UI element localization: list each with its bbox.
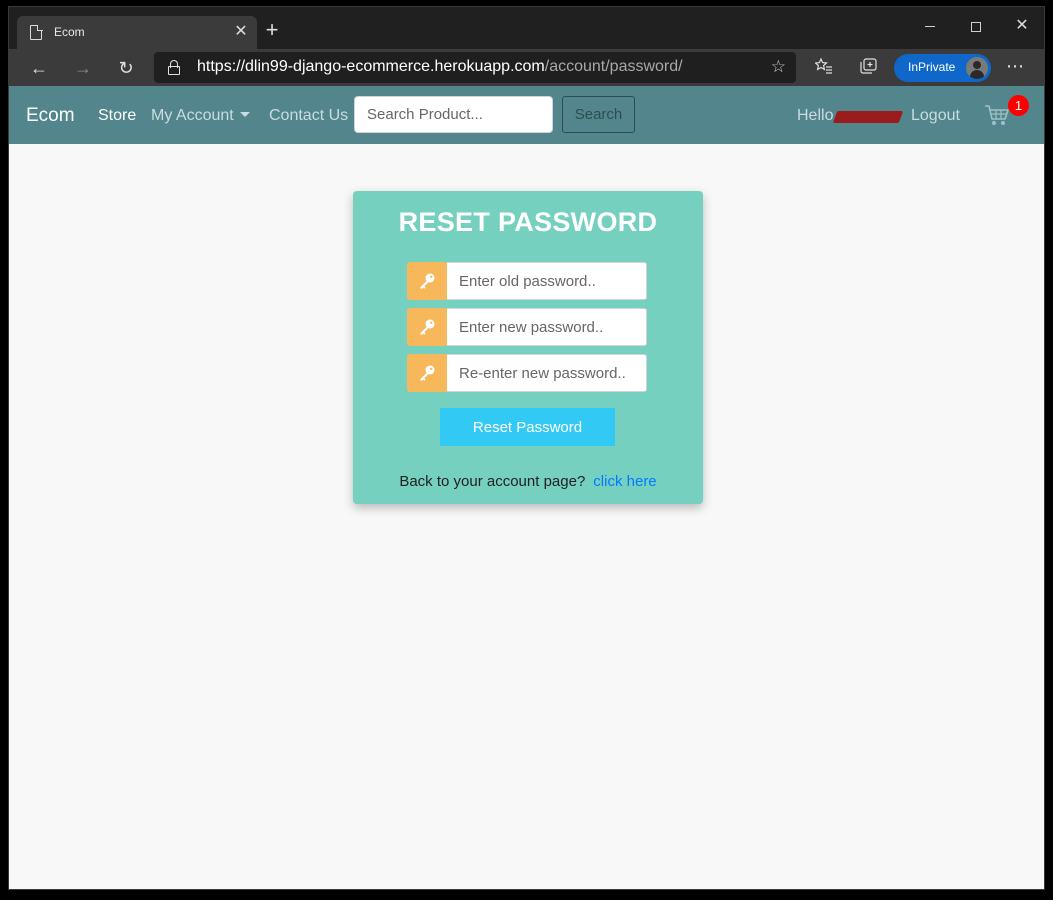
address-row: ← → ↻ https://dlin99-django-ecommerce.he…	[9, 49, 1044, 86]
inprivate-label: InPrivate	[908, 60, 956, 74]
key-icon	[407, 262, 447, 300]
back-to-account-row: Back to your account page? click here	[353, 473, 703, 490]
click-here-link[interactable]: click here	[593, 473, 656, 490]
cart-count-badge: 1	[1008, 95, 1029, 116]
search-button[interactable]: Search	[562, 96, 635, 133]
nav-contact-link[interactable]: Contact Us	[269, 107, 348, 125]
browser-tab[interactable]: Ecom ✕	[17, 16, 257, 49]
logout-link[interactable]: Logout	[911, 107, 960, 125]
title-bar: Ecom ✕ + ✕	[9, 7, 1044, 49]
close-window-icon[interactable]: ✕	[1007, 13, 1037, 39]
my-account-label: My Account	[151, 107, 234, 124]
reload-icon[interactable]: ↻	[112, 54, 140, 82]
page-icon	[30, 24, 43, 40]
url-host: https://dlin99-django-ecommerce.herokuap…	[197, 58, 545, 75]
browser-window: Ecom ✕ + ✕ ← → ↻ https://dlin99-django-e…	[8, 6, 1045, 890]
maximize-icon[interactable]	[961, 13, 991, 39]
confirm-password-group	[407, 354, 647, 392]
reset-password-button[interactable]: Reset Password	[440, 408, 615, 446]
url-path: /account/password/	[544, 58, 683, 75]
confirm-password-field[interactable]	[447, 354, 647, 392]
nav-my-account-dropdown[interactable]: My Account	[151, 107, 250, 125]
more-options-icon[interactable]: ⋯	[1006, 56, 1025, 77]
cart-icon[interactable]	[984, 104, 1010, 126]
search-input[interactable]	[354, 96, 553, 133]
inprivate-button[interactable]: InPrivate	[894, 54, 991, 82]
old-password-group	[407, 262, 647, 300]
forward-icon[interactable]: →	[69, 54, 97, 82]
site-navbar: Ecom Store My Account Contact Us Search …	[9, 86, 1044, 144]
reset-password-card: RESET PASSWORD Reset Password Back to yo…	[353, 191, 703, 504]
nav-store-link[interactable]: Store	[98, 107, 136, 125]
lock-icon	[168, 60, 180, 75]
back-to-account-text: Back to your account page?	[399, 473, 586, 490]
old-password-field[interactable]	[447, 262, 647, 300]
address-bar[interactable]: https://dlin99-django-ecommerce.herokuap…	[154, 52, 796, 83]
profile-avatar-icon	[966, 57, 988, 79]
url-text[interactable]: https://dlin99-django-ecommerce.herokuap…	[197, 58, 683, 76]
tab-title: Ecom	[54, 25, 85, 39]
web-page: Ecom Store My Account Contact Us Search …	[9, 86, 1044, 889]
close-tab-icon[interactable]: ✕	[231, 22, 251, 42]
favorites-icon[interactable]	[814, 57, 833, 79]
collections-icon[interactable]	[860, 58, 877, 79]
new-password-field[interactable]	[447, 308, 647, 346]
back-icon[interactable]: ←	[25, 54, 53, 82]
favorite-star-icon[interactable]: ☆	[771, 57, 786, 77]
new-tab-icon[interactable]: +	[261, 19, 283, 41]
brand-link[interactable]: Ecom	[26, 105, 75, 127]
key-icon	[407, 308, 447, 346]
redacted-username	[832, 111, 904, 123]
new-password-group	[407, 308, 647, 346]
hello-text: Hello	[797, 107, 834, 124]
minimize-icon[interactable]	[915, 13, 945, 39]
page-title: RESET PASSWORD	[398, 207, 658, 237]
caret-down-icon	[239, 111, 250, 117]
key-icon	[407, 354, 447, 392]
